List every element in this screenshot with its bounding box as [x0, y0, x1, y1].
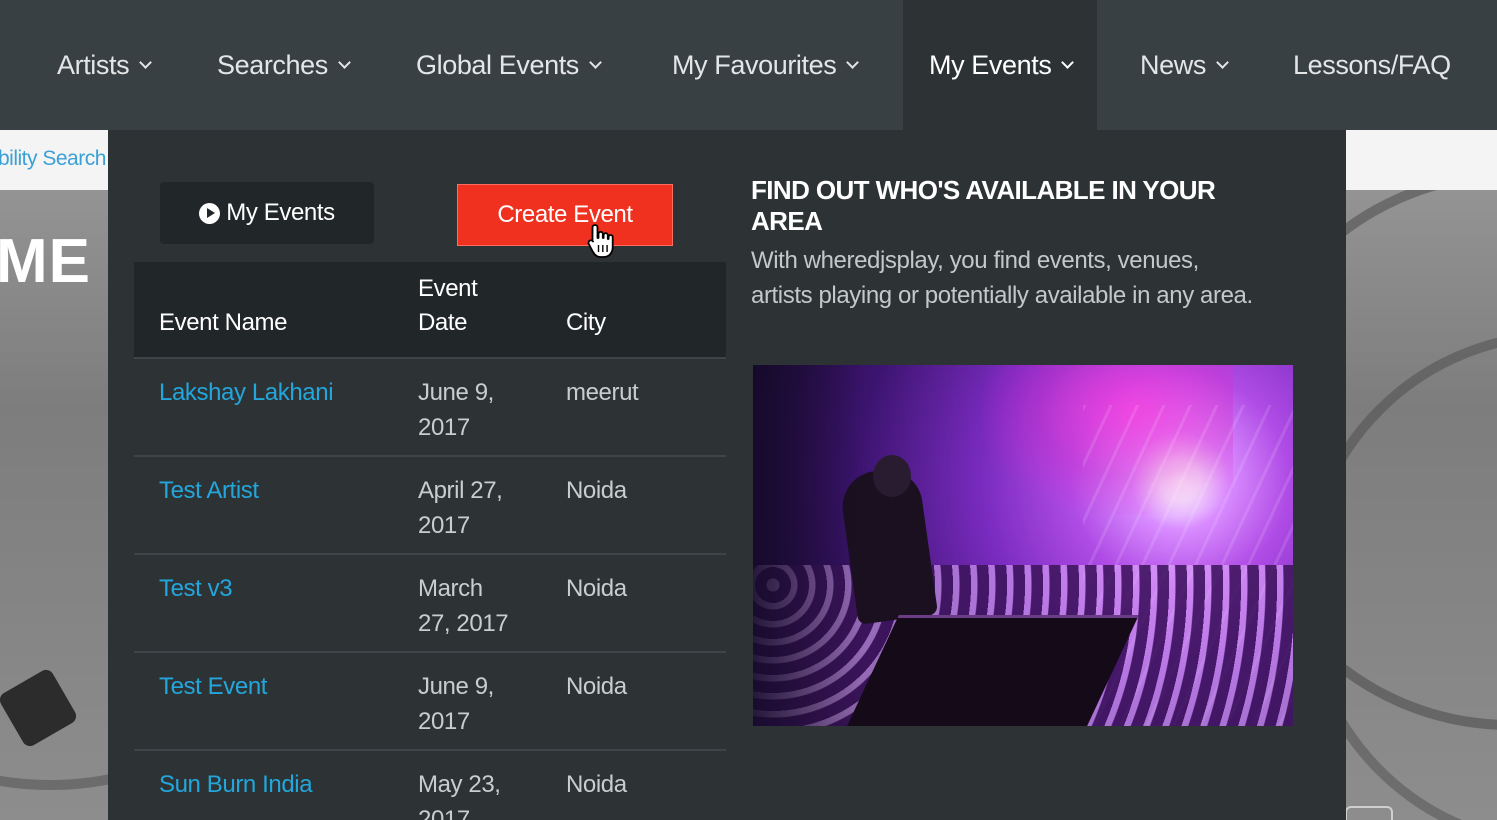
- event-date-line1: June 9,: [418, 379, 494, 406]
- event-date-line2: 2017: [418, 414, 470, 441]
- column-header-event-date: Event Date: [418, 262, 566, 358]
- promo-dj-photo: [753, 365, 1293, 726]
- chevron-down-icon: [846, 55, 860, 69]
- nav-my-events-label: My Events: [929, 49, 1052, 80]
- event-name-link[interactable]: Lakshay Lakhani: [159, 379, 334, 406]
- hand-pointer-cursor-icon: [587, 224, 614, 258]
- event-city: meerut: [566, 379, 639, 406]
- play-circle-icon: [199, 202, 221, 224]
- event-date-line2: 2017: [418, 806, 470, 820]
- table-header-row: Event Name Event Date City: [134, 262, 726, 358]
- event-name-link[interactable]: Test v3: [159, 575, 233, 602]
- event-name-link[interactable]: Test Event: [159, 673, 267, 700]
- nav-searches-label: Searches: [217, 49, 328, 80]
- table-row: Lakshay Lakhani June 9, 2017 meerut: [134, 358, 726, 456]
- nav-news[interactable]: News: [1140, 0, 1229, 130]
- background-button-fragment: [1345, 806, 1393, 820]
- nav-my-favourites-label: My Favourites: [672, 49, 837, 80]
- event-date-line1: April 27,: [418, 477, 503, 504]
- table-row: Test Artist April 27, 2017 Noida: [134, 456, 726, 554]
- promo-title: FIND OUT WHO'S AVAILABLE IN YOUR AREA: [751, 175, 1216, 236]
- main-navigation: Artists Searches Global Events My Favour…: [0, 0, 1497, 130]
- create-event-button[interactable]: Create Event: [457, 184, 673, 246]
- event-date: May 23, 2017: [418, 750, 566, 820]
- events-table: Event Name Event Date City Lakshay Lakha…: [134, 262, 726, 820]
- column-header-event-date-line1: Event: [418, 275, 478, 302]
- column-header-city: City: [566, 309, 606, 336]
- nav-global-events[interactable]: Global Events: [416, 0, 602, 130]
- nav-artists[interactable]: Artists: [57, 0, 153, 130]
- column-header-event-name: Event Name: [159, 309, 288, 336]
- dj-head: [873, 455, 911, 497]
- event-date-line1: May 23,: [418, 771, 501, 798]
- event-date-line1: March: [418, 575, 483, 602]
- event-date: March 27, 2017: [418, 554, 566, 652]
- promo-description: With wheredjsplay, you find events, venu…: [751, 247, 1253, 309]
- event-city: Noida: [566, 673, 627, 700]
- event-date: June 9, 2017: [418, 652, 566, 750]
- table-row: Sun Burn India May 23, 2017 Noida: [134, 750, 726, 820]
- chevron-down-icon: [1216, 55, 1229, 69]
- nav-my-events[interactable]: My Events: [903, 0, 1097, 130]
- event-name-link[interactable]: Test Artist: [159, 477, 259, 504]
- my-events-button[interactable]: My Events: [160, 182, 374, 244]
- photo-shadow: [753, 365, 863, 726]
- event-date-line1: June 9,: [418, 673, 494, 700]
- event-name-link[interactable]: Sun Burn India: [159, 771, 313, 798]
- event-city: Noida: [566, 771, 627, 798]
- chevron-down-icon: [1061, 55, 1075, 69]
- nav-lessons-faq[interactable]: Lessons/FAQ: [1293, 0, 1451, 130]
- nav-searches[interactable]: Searches: [217, 0, 351, 130]
- background-search-link[interactable]: bility Search: [0, 147, 106, 171]
- nav-global-events-label: Global Events: [416, 49, 579, 80]
- event-date-line2: 2017: [418, 708, 470, 735]
- nav-artists-label: Artists: [57, 49, 130, 80]
- table-row: Test Event June 9, 2017 Noida: [134, 652, 726, 750]
- my-events-button-label: My Events: [226, 199, 335, 226]
- event-date-line2: 27, 2017: [418, 610, 509, 637]
- event-date: June 9, 2017: [418, 358, 566, 456]
- chevron-down-icon: [338, 55, 351, 69]
- column-header-event-date-line2: Date: [418, 309, 468, 336]
- event-date-line2: 2017: [418, 512, 470, 539]
- event-date: April 27, 2017: [418, 456, 566, 554]
- event-city: Noida: [566, 477, 627, 504]
- chevron-down-icon: [589, 55, 602, 69]
- nav-lessons-faq-label: Lessons/FAQ: [1293, 49, 1451, 80]
- nav-my-favourites[interactable]: My Favourites: [672, 0, 860, 130]
- nav-news-label: News: [1140, 49, 1206, 80]
- event-city: Noida: [566, 575, 627, 602]
- chevron-down-icon: [139, 55, 153, 69]
- my-events-dropdown: My Events Create Event Event Name Event …: [108, 130, 1346, 820]
- table-row: Test v3 March 27, 2017 Noida: [134, 554, 726, 652]
